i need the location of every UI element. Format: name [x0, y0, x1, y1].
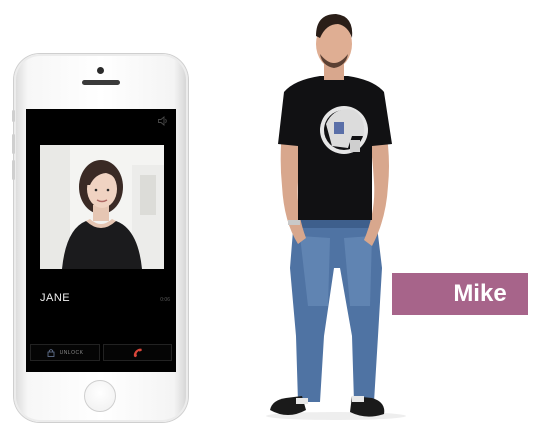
hangup-button[interactable]: [103, 344, 172, 361]
caller-name: JANE: [40, 292, 71, 304]
lock-icon: [47, 349, 54, 357]
call-timer: 0:06: [160, 297, 170, 303]
volume-up-button: [12, 134, 15, 154]
person-name-tag: Mike: [392, 273, 528, 315]
unlock-label: UNLOCK: [59, 349, 84, 356]
person-mike-photo: [266, 14, 406, 420]
smartphone: JANE 0:06 UNLOCK: [12, 54, 188, 422]
mute-switch: [12, 110, 15, 122]
speaker-icon[interactable]: [157, 115, 169, 127]
caller-photo: [40, 145, 164, 269]
home-button: [84, 380, 116, 412]
earpiece-speaker: [82, 80, 120, 85]
intercom-call-screen: JANE 0:06 UNLOCK: [26, 109, 176, 372]
volume-down-button: [12, 160, 15, 180]
person-name: Mike: [453, 280, 507, 307]
hangup-phone-icon: [133, 348, 142, 357]
front-camera: [97, 67, 104, 74]
unlock-button[interactable]: UNLOCK: [30, 344, 100, 361]
